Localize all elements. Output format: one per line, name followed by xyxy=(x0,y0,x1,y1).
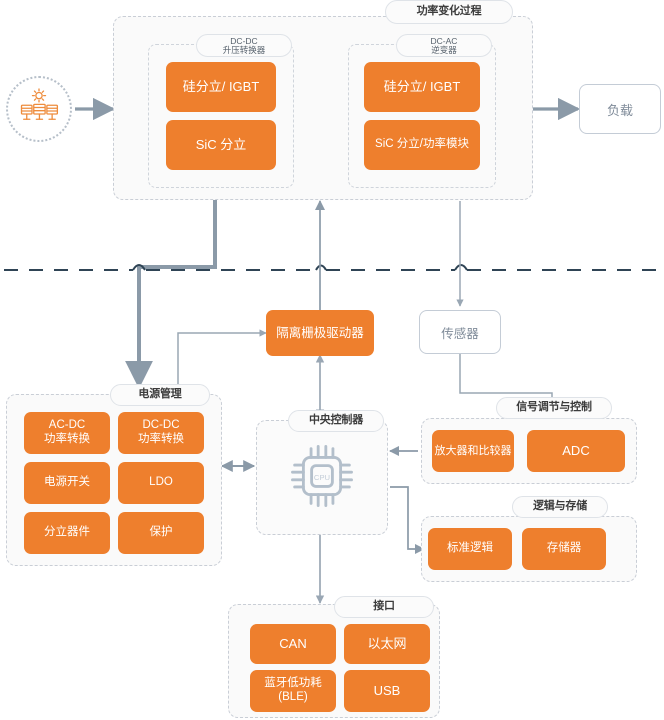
if-block-0[interactable]: CAN xyxy=(250,624,336,664)
pm-block-1[interactable]: DC-DC 功率转换 xyxy=(118,412,204,454)
diagram-canvas: 功率变化过程 DC-DC 升压转换器 硅分立/ IGBT SiC 分立 DC-A… xyxy=(0,0,664,720)
load-box[interactable]: 负载 xyxy=(579,84,661,134)
if-block-1[interactable]: 以太网 xyxy=(344,624,430,664)
lm-block-0[interactable]: 标准逻辑 xyxy=(428,528,512,570)
isolation-hop-1 xyxy=(132,264,146,271)
dcac-block-1[interactable]: SiC 分立/功率模块 xyxy=(364,120,480,170)
lm-block-1[interactable]: 存储器 xyxy=(522,528,606,570)
pm-block-0[interactable]: AC-DC 功率转换 xyxy=(24,412,110,454)
interface-title: 接口 xyxy=(334,596,434,618)
dcac-title: DC-AC 逆变器 xyxy=(396,34,492,57)
solar-panel-icon xyxy=(18,86,60,133)
logic-memory-title: 逻辑与存储 xyxy=(512,496,608,518)
signal-chain-title: 信号调节与控制 xyxy=(496,397,612,419)
isolation-hop-2 xyxy=(315,264,327,271)
cpu-chip-icon: CPU xyxy=(287,441,357,516)
sc-block-0[interactable]: 放大器和比较器 xyxy=(432,430,514,472)
if-block-2[interactable]: 蓝牙低功耗 (BLE) xyxy=(250,670,336,712)
pm-block-3[interactable]: LDO xyxy=(118,462,204,504)
solar-source xyxy=(6,76,72,142)
dcdc-title: DC-DC 升压转换器 xyxy=(196,34,292,57)
if-block-3[interactable]: USB xyxy=(344,670,430,712)
isolation-hop-3 xyxy=(454,264,468,271)
pm-block-2[interactable]: 电源开关 xyxy=(24,462,110,504)
wire-controller-to-logicmem xyxy=(390,486,426,555)
sensor-box[interactable]: 传感器 xyxy=(419,310,501,354)
wire-powerstage-to-powermgmt xyxy=(125,199,217,389)
controller-title: 中央控制器 xyxy=(288,410,384,432)
pm-block-5[interactable]: 保护 xyxy=(118,512,204,554)
dcac-block-0[interactable]: 硅分立/ IGBT xyxy=(364,62,480,112)
dcdc-block-1[interactable]: SiC 分立 xyxy=(166,120,276,170)
power-stage-title: 功率变化过程 xyxy=(385,0,513,24)
cpu-icon-label: CPU xyxy=(314,473,330,482)
sc-block-1[interactable]: ADC xyxy=(527,430,625,472)
pm-block-4[interactable]: 分立器件 xyxy=(24,512,110,554)
dcdc-block-0[interactable]: 硅分立/ IGBT xyxy=(166,62,276,112)
power-management-title: 电源管理 xyxy=(110,384,210,406)
gate-driver-box[interactable]: 隔离栅极驱动器 xyxy=(266,310,374,356)
